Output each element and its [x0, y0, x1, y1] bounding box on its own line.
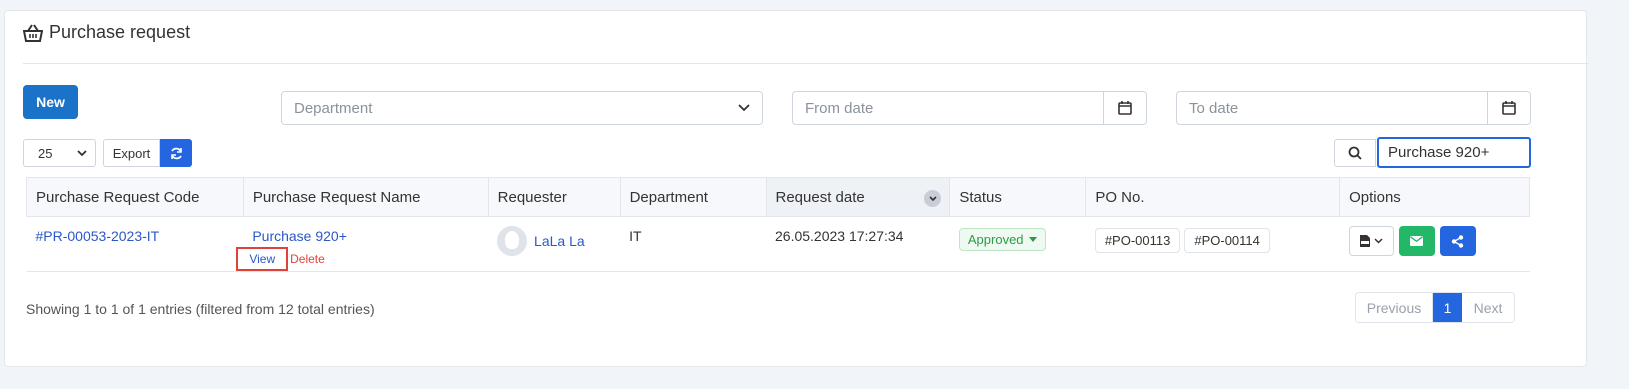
table-header-row: Purchase Request Code Purchase Request N… [26, 177, 1530, 217]
sort-icon[interactable] [924, 190, 942, 207]
search-icon [1348, 146, 1362, 160]
request-code-link[interactable]: #PR-00053-2023-IT [36, 228, 160, 244]
status-badge[interactable]: Approved [958, 228, 1046, 251]
department-placeholder: Department [294, 99, 373, 117]
chevron-down-icon [1374, 238, 1383, 244]
col-header-requester[interactable]: Requester [487, 177, 621, 217]
calendar-icon[interactable] [1103, 92, 1146, 124]
entries-info: Showing 1 to 1 of 1 entries (filtered fr… [26, 301, 375, 317]
delete-link[interactable]: Delete [290, 252, 325, 266]
status-text: Approved [967, 232, 1024, 247]
department-cell: IT [620, 216, 766, 272]
status-cell: Approved [949, 216, 1086, 272]
new-button[interactable]: New [23, 85, 78, 119]
table-row: #PR-00053-2023-IT Purchase 920+ View Del… [26, 216, 1530, 272]
pdf-dropdown-button[interactable] [1348, 226, 1394, 256]
from-date-placeholder: From date [805, 99, 874, 117]
page-title: Purchase request [23, 22, 190, 43]
to-date-placeholder: To date [1189, 99, 1239, 117]
email-button[interactable] [1398, 226, 1435, 256]
request-name-link[interactable]: Purchase 920+ [252, 228, 347, 244]
date-cell: 26.05.2023 17:27:34 [766, 216, 950, 272]
envelope-icon [1410, 236, 1424, 246]
search-button[interactable] [1334, 139, 1376, 167]
col-header-request-date[interactable]: Request date [765, 177, 951, 217]
department-select[interactable]: Department [281, 91, 763, 125]
col-header-name[interactable]: Purchase Request Name [242, 177, 489, 217]
col-header-request-date-label: Request date [775, 188, 865, 206]
caret-down-icon [1028, 237, 1037, 242]
share-button[interactable] [1439, 226, 1476, 256]
col-header-status[interactable]: Status [949, 177, 1087, 217]
col-header-department[interactable]: Department [619, 177, 767, 217]
refresh-button[interactable] [160, 139, 192, 167]
previous-button[interactable]: Previous [1356, 293, 1433, 322]
row-actions: View Delete [236, 247, 488, 271]
search-input[interactable] [1377, 137, 1531, 168]
avatar [497, 226, 528, 256]
chevron-down-icon [77, 149, 87, 156]
options-cell [1339, 216, 1530, 272]
po-cell: #PO-00113 #PO-00114 [1085, 216, 1340, 272]
pagination: Previous 1 Next [1355, 292, 1515, 323]
pdf-icon [1360, 235, 1371, 247]
page-title-text: Purchase request [49, 22, 191, 42]
requester-link[interactable]: LaLa La [534, 233, 585, 249]
to-date-field[interactable]: To date [1176, 91, 1531, 125]
from-date-field[interactable]: From date [792, 91, 1147, 125]
name-cell: Purchase 920+ View Delete [236, 216, 489, 272]
purchase-request-table: Purchase Request Code Purchase Request N… [26, 177, 1530, 272]
col-header-options: Options [1339, 177, 1530, 217]
export-button[interactable]: Export [103, 139, 160, 167]
refresh-icon [170, 147, 182, 159]
page-size-select[interactable]: 25 [23, 139, 96, 167]
page-1-button[interactable]: 1 [1433, 293, 1462, 322]
chevron-down-icon [738, 104, 750, 112]
share-icon [1451, 234, 1464, 248]
col-header-code[interactable]: Purchase Request Code [26, 177, 244, 217]
next-button[interactable]: Next [1462, 293, 1514, 322]
divider [23, 63, 1589, 64]
requester-cell: LaLa La [488, 216, 621, 272]
basket-icon [23, 23, 43, 42]
po-tag[interactable]: #PO-00113 [1094, 228, 1181, 253]
calendar-icon[interactable] [1487, 92, 1530, 124]
col-header-po[interactable]: PO No. [1085, 177, 1341, 217]
page-size-value: 25 [38, 145, 53, 161]
code-cell: #PR-00053-2023-IT [26, 216, 244, 272]
view-link[interactable]: View [236, 247, 289, 271]
po-tag[interactable]: #PO-00114 [1184, 228, 1270, 253]
